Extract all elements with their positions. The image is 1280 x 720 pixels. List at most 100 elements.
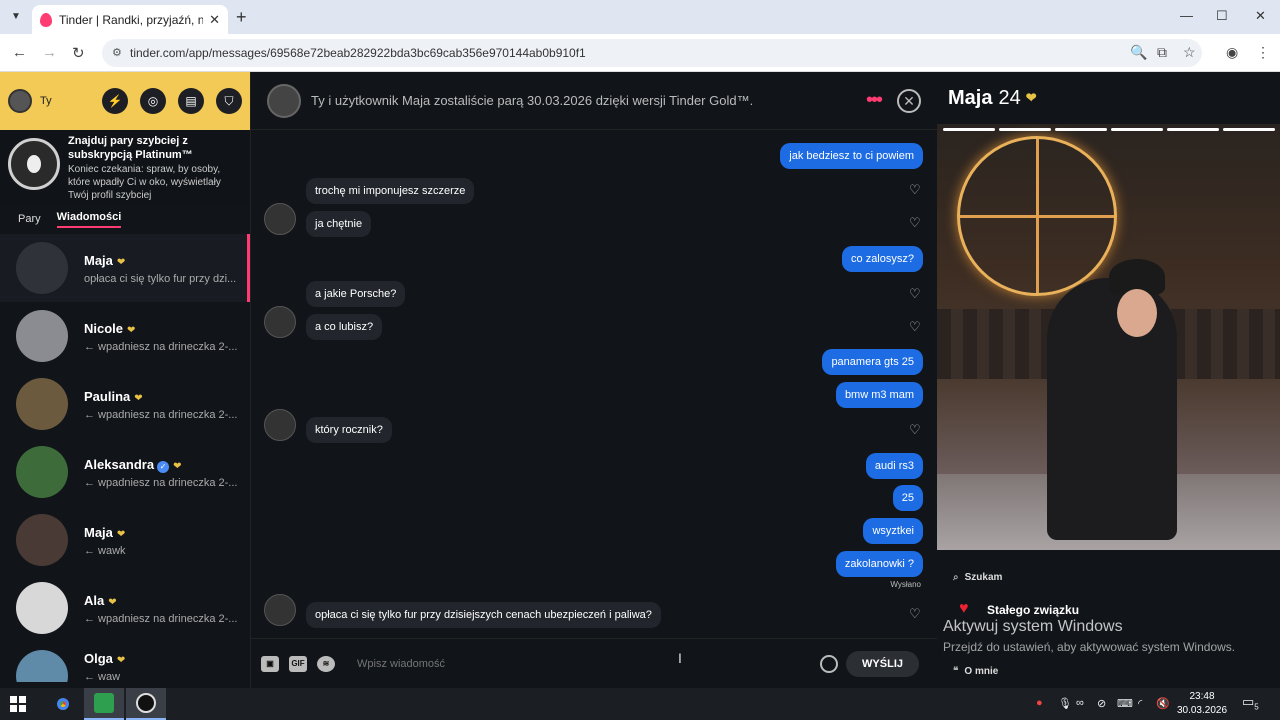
user-avatar[interactable] [8, 89, 32, 113]
notifications-icon[interactable]: ▭5 [1242, 694, 1259, 712]
conversation-preview: ← wpadniesz na drineczka 2-... [84, 408, 238, 421]
like-heart-icon[interactable]: ♡ [909, 215, 921, 231]
photo-face [1117, 289, 1157, 337]
gold-heart-icon: ❤ [116, 256, 126, 268]
conversation-item[interactable]: Maja ❤ opłaca ci się tylko fur przy dzi..… [0, 234, 250, 302]
close-chat-icon[interactable]: ✕ [897, 88, 921, 113]
site-info-icon[interactable]: ⚙ [112, 39, 122, 67]
profile-icon[interactable]: ◉ [1226, 44, 1238, 61]
platinum-promo[interactable]: Znajduj pary szybciej z subskrypcją Plat… [0, 130, 250, 204]
zoom-icon[interactable]: 🔍 [1130, 44, 1147, 61]
conversation-item[interactable]: Aleksandra ✓ ❤ ← wpadniesz na drineczka 2-… [0, 438, 250, 506]
message-bubble: panamera gts 25 [822, 349, 923, 375]
conversation-name: Olga [84, 651, 113, 666]
close-window-icon[interactable]: ✕ [1255, 8, 1266, 24]
shield-icon[interactable]: ⛉ [216, 88, 242, 114]
windows-start-icon[interactable] [10, 696, 26, 712]
chrome-icon[interactable] [43, 688, 83, 720]
photo-progress [943, 128, 1275, 131]
maximize-icon[interactable]: ☐ [1216, 8, 1228, 24]
match-info-text: Ty i użytkownik Maja zostaliście parą 30… [311, 93, 754, 108]
recorder-app-icon[interactable] [126, 688, 166, 720]
conversation-preview: ← wawk [84, 544, 126, 557]
tab-search-icon[interactable]: ▼ [6, 8, 26, 26]
ferris-wheel [957, 136, 1117, 296]
network-off-icon[interactable]: ⊘ [1097, 697, 1106, 710]
link-icon[interactable]: ∞ [1076, 697, 1084, 709]
conversation-preview: ← waw [84, 671, 121, 682]
more-options-icon[interactable]: ••• [866, 89, 883, 112]
send-button[interactable]: WYŚLIJ [846, 650, 919, 677]
like-heart-icon[interactable]: ♡ [909, 286, 921, 302]
browser-tab-tinder[interactable]: Tinder | Randki, przyjaźń, nowe ✕ [32, 5, 228, 34]
sidebar-header: Ty ⚡ ◎ ▤ ⛉ [0, 72, 250, 130]
avatar [16, 582, 68, 634]
quote-icon: ❝ [953, 666, 959, 677]
microphone-icon[interactable]: 🎙 [1058, 697, 1072, 710]
promo-avatar [8, 138, 60, 190]
forward-icon[interactable]: → [42, 44, 57, 61]
conversation-item[interactable]: Nicole ❤ ← wpadniesz na drineczka 2-... [0, 302, 250, 370]
user-label[interactable]: Ty [40, 95, 90, 107]
back-icon[interactable]: ← [12, 44, 27, 61]
conversation-name: Paulina [84, 388, 131, 404]
new-tab-icon[interactable]: + [236, 7, 247, 28]
profile-app-icon[interactable] [84, 688, 124, 720]
match-avatar[interactable] [267, 83, 301, 118]
clock[interactable]: 23:48 30.03.2026 [1170, 690, 1234, 718]
like-heart-icon[interactable]: ♡ [909, 422, 921, 438]
emoji-icon[interactable] [820, 654, 839, 673]
tinder-flame-icon [40, 12, 52, 27]
message-bubble: audi rs3 [865, 453, 923, 479]
conversation-item[interactable]: Paulina ❤ ← wpadniesz na drineczka 2-... [0, 370, 250, 438]
menu-icon[interactable]: ⋮ [1256, 44, 1270, 61]
gold-heart-icon: ❤ [116, 528, 126, 540]
relationship-goal-value: Stałego związku [987, 603, 1080, 617]
close-tab-icon[interactable]: ✕ [209, 12, 220, 28]
conversation-name: Maja [84, 252, 113, 268]
message-bubble: zakolanowki ? [835, 551, 923, 577]
avatar [16, 514, 68, 566]
reload-icon[interactable]: ↻ [72, 44, 85, 62]
profile-age: 24 [998, 86, 1021, 109]
ime-icon[interactable]: ⌨ [1117, 697, 1133, 710]
message-bubble: 25 [892, 485, 923, 511]
text-cursor-icon: I [678, 650, 682, 666]
spotify-icon[interactable]: ≋ [317, 655, 335, 672]
profile-panel: Maja 24 ❤ ⌕ Szukam ♥ Stałego związku ❝ O m… [937, 72, 1280, 688]
like-heart-icon[interactable]: ♡ [909, 182, 921, 198]
tab-messages[interactable]: Wiadomości [56, 211, 122, 228]
tab-matches[interactable]: Pary [18, 213, 41, 225]
message-bubble: wsyztkei [863, 518, 923, 544]
conversation-preview: ← wpadniesz na drineczka 2-... [84, 476, 238, 489]
conversation-item[interactable]: Ala ❤ ← wpadniesz na drineczka 2-... [0, 574, 250, 642]
message-bubble: opłaca ci się tylko fur przy dzisiejszyc… [306, 602, 661, 628]
bookmark-star-icon[interactable]: ☆ [1183, 44, 1196, 61]
message-bubble: a jakie Porsche? [306, 281, 406, 307]
like-heart-icon[interactable]: ♡ [909, 319, 921, 335]
message-input[interactable] [357, 657, 821, 670]
sticker-icon[interactable]: ▣ [261, 655, 279, 672]
looking-for-label: ⌕ Szukam [953, 572, 1003, 583]
minimize-icon[interactable]: — [1180, 8, 1193, 23]
install-app-icon[interactable]: ⧉ [1157, 44, 1167, 61]
profile-photo[interactable] [937, 124, 1280, 550]
conversation-item[interactable]: Maja ❤ ← wawk [0, 506, 250, 574]
message-composer: ▣ GIF ≋ WYŚLIJ [251, 638, 937, 688]
gif-button[interactable]: GIF [289, 655, 307, 672]
gold-heart-icon: ❤ [127, 324, 136, 336]
like-heart-icon[interactable]: ♡ [909, 606, 921, 622]
explore-icon[interactable]: ◎ [140, 88, 166, 114]
antivirus-icon[interactable]: ● [1036, 697, 1043, 709]
promo-desc: Koniec czekania: spraw, by osoby, które … [68, 164, 221, 201]
conversation-preview: ← wpadniesz na drineczka 2-... [84, 612, 238, 625]
volume-muted-icon[interactable]: 🔇 [1156, 697, 1170, 710]
wifi-icon[interactable]: ◜ [1138, 697, 1142, 710]
briefcase-icon[interactable]: ▤ [178, 88, 204, 114]
conversation-item[interactable]: Olga ❤ ← waw [0, 642, 250, 682]
message-bubble: bmw m3 mam [835, 382, 923, 408]
browser-tab-strip: ▼ Tinder | Randki, przyjaźń, nowe ✕ + — … [0, 0, 1280, 34]
boost-icon[interactable]: ⚡ [102, 88, 128, 114]
url-field[interactable]: ⚙ tinder.com/app/messages/69568e72beab28… [102, 39, 1202, 67]
avatar [16, 446, 68, 498]
